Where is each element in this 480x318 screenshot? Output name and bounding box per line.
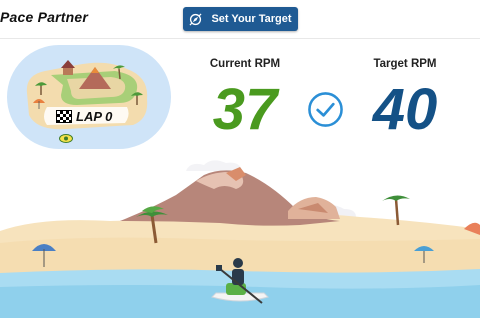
lap-label: LAP 0 bbox=[76, 109, 113, 124]
current-rpm-label: Current RPM bbox=[209, 58, 281, 70]
beach-scene-illustration bbox=[0, 160, 480, 318]
lap-counter: LAP 0 bbox=[56, 109, 112, 124]
header-divider bbox=[0, 38, 480, 39]
course-map: LAP 0 bbox=[7, 45, 171, 149]
checkered-flag-icon bbox=[56, 110, 72, 123]
checkmark-circle-icon bbox=[308, 92, 343, 127]
island-map-illustration bbox=[26, 60, 148, 130]
set-target-button[interactable]: Set Your Target bbox=[183, 7, 298, 31]
current-rpm-value: 37 bbox=[212, 77, 278, 142]
compass-icon bbox=[189, 13, 202, 25]
rider-marker-icon bbox=[59, 134, 73, 143]
app-title: Pace Partner bbox=[0, 9, 89, 25]
target-rpm-value: 40 bbox=[372, 77, 438, 142]
set-target-label: Set Your Target bbox=[211, 13, 292, 25]
target-rpm-label: Target RPM bbox=[373, 58, 437, 70]
